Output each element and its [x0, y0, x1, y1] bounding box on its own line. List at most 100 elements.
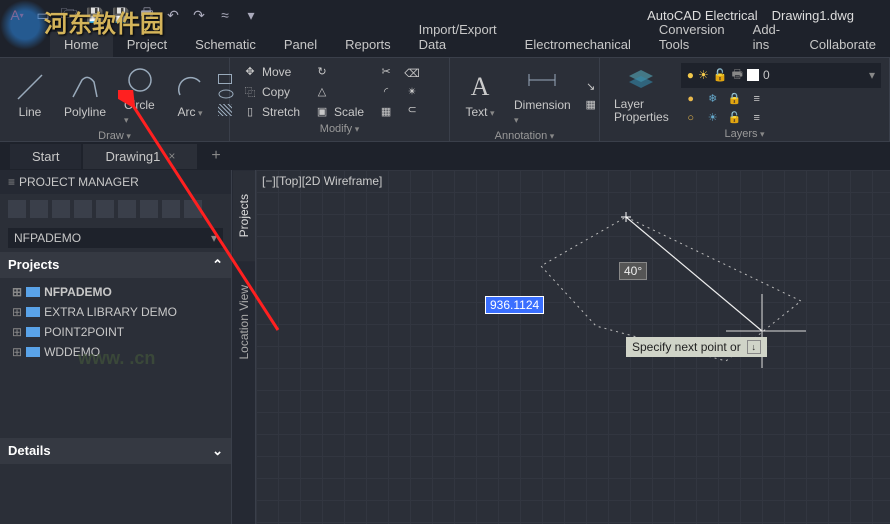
panel-annotation-title[interactable]: Annotation: [458, 128, 591, 144]
dynamic-angle-display: 40°: [619, 262, 647, 280]
pm-projects-header[interactable]: Projects⌃: [0, 252, 231, 278]
share-icon[interactable]: ≈: [214, 4, 236, 26]
open-icon[interactable]: 🗁: [58, 4, 80, 26]
polyline-button[interactable]: Polyline: [58, 69, 112, 121]
pm-plot-icon[interactable]: [140, 200, 158, 218]
panel-layers: Layer Properties ● ☀ 🔓 🖶 0 ▾ ● ❄ 🔒 ≡: [600, 58, 890, 141]
panel-annotation: AText Dimension ↘ ▦ Annotation: [450, 58, 600, 141]
layer-thaw-icon[interactable]: ☀: [705, 110, 721, 126]
panel-draw-title[interactable]: Draw: [8, 128, 221, 144]
tab-project[interactable]: Project: [113, 32, 181, 57]
leader-icon[interactable]: ↘: [583, 78, 599, 94]
tab-import-export[interactable]: Import/Export Data: [405, 17, 511, 57]
stretch-button[interactable]: ▯Stretch: [238, 103, 304, 121]
pm-refresh-icon[interactable]: [74, 200, 92, 218]
plot-icon[interactable]: 🖶: [136, 4, 158, 26]
panel-layers-title[interactable]: Layers: [608, 126, 881, 142]
move-button[interactable]: ✥Move: [238, 63, 304, 81]
text-button[interactable]: AText: [458, 69, 502, 121]
trim-icon: ✂︎: [378, 64, 394, 80]
tab-home[interactable]: Home: [50, 32, 113, 57]
pm-open-icon[interactable]: [30, 200, 48, 218]
layer-off-icon[interactable]: ●: [683, 91, 699, 107]
drawing-geometry: [426, 206, 846, 426]
line-button[interactable]: Line: [8, 69, 52, 121]
qat-dropdown-icon[interactable]: ▾: [240, 4, 262, 26]
project-folder-icon: [26, 287, 40, 297]
tab-collaborate[interactable]: Collaborate: [796, 32, 890, 57]
panel-modify-title[interactable]: Modify: [238, 121, 441, 137]
pm-prev-icon[interactable]: [52, 200, 70, 218]
side-tab-location[interactable]: Location View: [233, 261, 255, 384]
viewport-controls[interactable]: [−][Top][2D Wireframe]: [262, 174, 382, 188]
tree-item-wddemo[interactable]: ⊞WDDEMO: [8, 342, 223, 362]
document-tabs: Start Drawing1× +: [0, 142, 890, 170]
saveas-icon[interactable]: 💾: [110, 4, 132, 26]
layer-properties-button[interactable]: Layer Properties: [608, 62, 675, 126]
project-manager-panel: PROJECT MANAGER NFPADEMO Projects⌃ ⊞NFPA…: [0, 170, 232, 524]
workspace: PROJECT MANAGER NFPADEMO Projects⌃ ⊞NFPA…: [0, 170, 890, 524]
doc-tab-start[interactable]: Start: [10, 144, 81, 169]
side-tabs: Projects Location View: [232, 170, 256, 524]
erase-icon[interactable]: ⌫: [404, 66, 420, 82]
dimension-button[interactable]: Dimension: [508, 62, 577, 128]
project-folder-icon: [26, 307, 40, 317]
tree-item-nfpademo[interactable]: ⊞NFPADEMO: [8, 282, 223, 302]
copy-icon: ⿻: [242, 84, 258, 100]
pm-details-header[interactable]: Details⌄: [0, 438, 231, 464]
tab-add-ins[interactable]: Add-ins: [739, 17, 796, 57]
array-button[interactable]: ▦: [374, 103, 398, 121]
arc-button[interactable]: Arc: [168, 69, 212, 121]
pm-publish-icon[interactable]: [118, 200, 136, 218]
project-tree: ⊞NFPADEMO ⊞EXTRA LIBRARY DEMO ⊞POINT2POI…: [0, 278, 231, 366]
pm-project-combo[interactable]: NFPADEMO: [8, 228, 223, 248]
save-icon[interactable]: 💾: [84, 4, 106, 26]
fillet-button[interactable]: ◜: [374, 83, 398, 101]
explode-icon[interactable]: ✴: [404, 84, 420, 100]
pm-help-icon[interactable]: [184, 200, 202, 218]
tree-item-point2point[interactable]: ⊞POINT2POINT: [8, 322, 223, 342]
table-icon[interactable]: ▦: [583, 96, 599, 112]
scale-icon: ▣: [314, 104, 330, 120]
layer-match-icon[interactable]: ≡: [749, 91, 765, 107]
rotate-button[interactable]: ↻: [310, 63, 368, 81]
layer-iso-icon[interactable]: ○: [683, 110, 699, 126]
watermark-logo: [0, 0, 50, 50]
layer-combo[interactable]: ● ☀ 🔓 🖶 0 ▾: [681, 63, 881, 88]
pm-new-icon[interactable]: [8, 200, 26, 218]
mirror-button[interactable]: △: [310, 83, 368, 101]
tree-item-extra-library[interactable]: ⊞EXTRA LIBRARY DEMO: [8, 302, 223, 322]
drawing-canvas[interactable]: [−][Top][2D Wireframe] 936.1124 40° Spec…: [256, 170, 890, 524]
scale-button[interactable]: ▣Scale: [310, 103, 368, 121]
circle-button[interactable]: Circle: [118, 62, 162, 128]
project-manager-title: PROJECT MANAGER: [0, 170, 231, 194]
text-icon: A: [464, 71, 496, 103]
layer-lock-icon[interactable]: 🔒: [727, 91, 743, 107]
dynamic-distance-input[interactable]: 936.1124: [485, 296, 544, 314]
close-icon[interactable]: ×: [168, 149, 175, 163]
doc-tab-drawing[interactable]: Drawing1×: [83, 144, 197, 169]
plot-layer-icon: 🖶: [732, 65, 743, 86]
side-tab-projects[interactable]: Projects: [233, 170, 255, 261]
tab-electromechanical[interactable]: Electromechanical: [511, 32, 645, 57]
command-tooltip: Specify next point or ↓: [626, 337, 767, 357]
tab-panel[interactable]: Panel: [270, 32, 331, 57]
undo-icon[interactable]: ↶: [162, 4, 184, 26]
trim-button[interactable]: ✂︎: [374, 63, 398, 81]
new-tab-button[interactable]: +: [199, 142, 232, 170]
pm-task-icon[interactable]: [96, 200, 114, 218]
copy-button[interactable]: ⿻Copy: [238, 83, 304, 101]
circle-icon: [124, 64, 156, 96]
tab-conversion-tools[interactable]: Conversion Tools: [645, 17, 739, 57]
rotate-icon: ↻: [314, 64, 330, 80]
tab-reports[interactable]: Reports: [331, 32, 405, 57]
redo-icon[interactable]: ↷: [188, 4, 210, 26]
lightbulb-icon: ●: [687, 68, 694, 82]
layer-states-icon[interactable]: ≡: [749, 110, 765, 126]
pm-zip-icon[interactable]: [162, 200, 180, 218]
tab-schematic[interactable]: Schematic: [181, 32, 270, 57]
layer-freeze-icon[interactable]: ❄: [705, 91, 721, 107]
pm-toolbar: [0, 194, 231, 224]
offset-icon[interactable]: ⊂: [404, 102, 420, 118]
layer-unlock-icon[interactable]: 🔓: [727, 110, 743, 126]
